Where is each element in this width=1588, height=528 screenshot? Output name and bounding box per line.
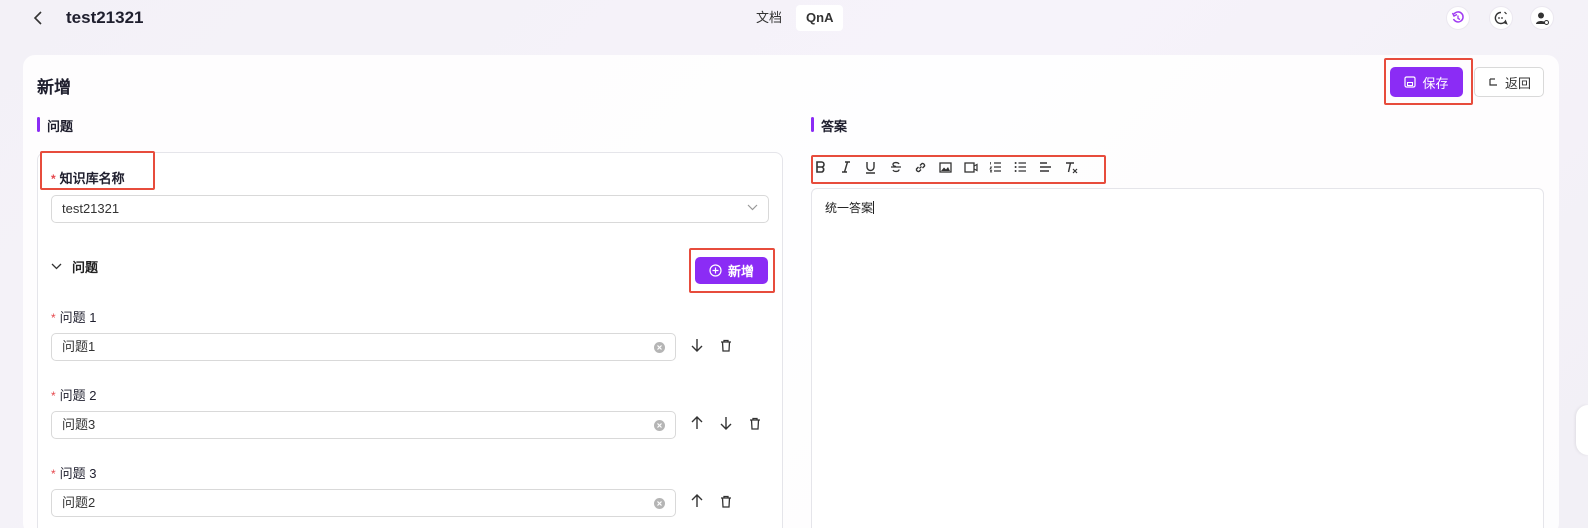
link-icon	[915, 162, 926, 172]
underline-button[interactable]	[862, 158, 879, 176]
chevron-down-icon	[747, 204, 758, 211]
kb-name-label: * 知识库名称	[51, 171, 125, 186]
delete-question-button[interactable]	[717, 336, 735, 354]
image-button[interactable]	[937, 158, 954, 176]
align-left-icon	[1040, 162, 1051, 172]
bullet-list-icon	[1014, 162, 1026, 172]
image-icon	[939, 161, 952, 173]
tab-qna[interactable]: QnA	[796, 5, 844, 31]
question-panel: * 知识库名称 test21321 问题 新增 * 问题 1 问题1 * 问题 …	[37, 151, 783, 528]
trash-icon	[721, 339, 731, 352]
trash-icon	[721, 495, 731, 508]
side-drawer-handle[interactable]	[1576, 405, 1588, 455]
align-left-button[interactable]	[1037, 158, 1054, 176]
form-title: 新增	[37, 78, 71, 97]
save-button-label: 保存	[1422, 75, 1449, 91]
strikethrough-button[interactable]	[887, 158, 904, 176]
arrow-down-icon	[691, 339, 703, 352]
move-up-button[interactable]	[688, 492, 706, 510]
editor-toolbar	[812, 158, 1079, 178]
view-tabs: 文档 QnA	[746, 5, 844, 31]
chevron-down-icon	[51, 263, 62, 270]
save-button[interactable]: 保存	[1390, 67, 1463, 97]
plus-circle-icon	[709, 264, 722, 277]
clear-format-button[interactable]	[1062, 158, 1079, 176]
strikethrough-icon	[890, 161, 901, 173]
question-section-heading: 问题	[37, 116, 73, 135]
question-2-input[interactable]: 问题3	[51, 411, 676, 439]
add-question-button[interactable]: 新增	[695, 257, 768, 284]
bold-icon	[816, 161, 825, 173]
move-down-button[interactable]	[717, 414, 735, 432]
tab-docs[interactable]: 文档	[746, 5, 792, 31]
text-caret	[873, 201, 875, 214]
user-settings-icon	[1536, 12, 1549, 25]
user-settings-button[interactable]	[1530, 6, 1554, 30]
back-chevron-button[interactable]	[30, 8, 46, 28]
underline-icon	[866, 161, 875, 174]
arrow-up-icon	[691, 416, 703, 429]
questions-group-label: 问题	[72, 260, 99, 275]
arrow-down-icon	[720, 417, 732, 430]
history-button[interactable]	[1446, 6, 1470, 30]
video-button[interactable]	[962, 158, 979, 176]
top-bar: test21321 文档 QnA	[0, 0, 1588, 38]
clear-icon[interactable]	[654, 498, 665, 509]
clear-format-icon	[1065, 161, 1077, 173]
add-question-label: 新增	[727, 264, 754, 279]
video-icon	[963, 161, 978, 173]
page-title: test21321	[66, 8, 144, 27]
question-1-label: * 问题 1	[51, 310, 97, 325]
kb-select[interactable]: test21321	[51, 195, 769, 223]
move-down-button[interactable]	[688, 336, 706, 354]
bullet-list-button[interactable]	[1012, 158, 1029, 176]
history-icon	[1451, 11, 1464, 23]
trash-icon	[750, 417, 760, 430]
move-up-button[interactable]	[688, 414, 706, 432]
chat-button[interactable]	[1489, 6, 1513, 30]
save-icon	[1404, 76, 1417, 88]
question-3-input[interactable]: 问题2	[51, 489, 676, 517]
clear-icon[interactable]	[654, 342, 665, 353]
delete-question-button[interactable]	[717, 492, 735, 510]
clear-icon[interactable]	[654, 420, 665, 431]
italic-icon	[841, 161, 850, 173]
kb-select-value: test21321	[62, 201, 120, 216]
return-button-label: 返回	[1504, 75, 1531, 91]
questions-collapse-toggle[interactable]: 问题	[51, 257, 98, 276]
bold-button[interactable]	[812, 158, 829, 176]
answer-editor[interactable]: 统一答案	[811, 188, 1544, 528]
question-3-label: * 问题 3	[51, 466, 97, 481]
italic-button[interactable]	[837, 158, 854, 176]
form-card: 新增 保存 返回 问题 答案 * 知识库名称 test21321 问题 新增 *…	[23, 55, 1559, 528]
answer-section-heading: 答案	[811, 116, 847, 135]
delete-question-button[interactable]	[746, 414, 764, 432]
link-button[interactable]	[912, 158, 929, 176]
chevron-left-icon	[33, 11, 42, 25]
answer-text: 统一答案	[825, 201, 874, 215]
arrow-up-icon	[691, 494, 703, 507]
question-1-input[interactable]: 问题1	[51, 333, 676, 361]
ordered-list-button[interactable]	[987, 158, 1004, 176]
question-2-label: * 问题 2	[51, 388, 97, 403]
chat-icon	[1494, 11, 1508, 25]
return-button[interactable]: 返回	[1474, 67, 1544, 97]
ordered-list-icon	[989, 162, 1001, 173]
return-icon	[1489, 78, 1497, 86]
